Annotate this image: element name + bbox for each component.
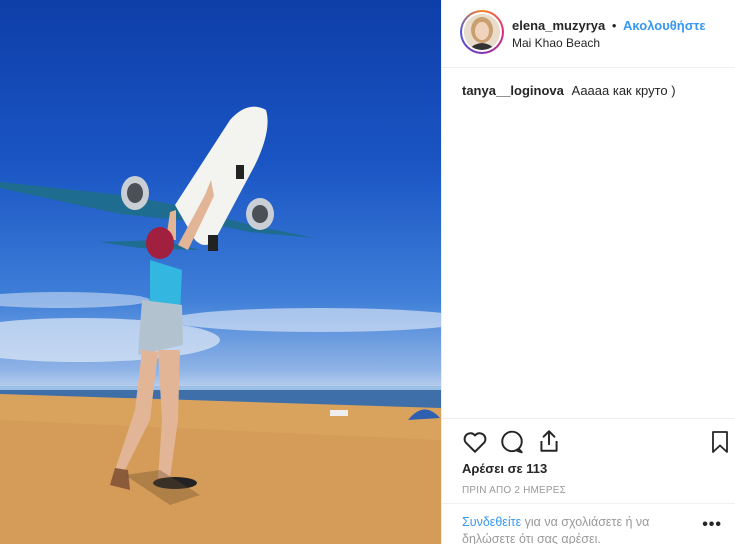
- post-header: elena_muzyrya • Ακολουθήστε Mai Khao Bea…: [442, 0, 735, 68]
- username-link[interactable]: elena_muzyrya: [512, 18, 605, 33]
- likes-count[interactable]: Αρέσει σε 113: [462, 461, 547, 476]
- separator-dot: •: [611, 18, 617, 33]
- bookmark-icon[interactable]: [708, 429, 734, 455]
- more-options-button[interactable]: •••: [702, 516, 722, 534]
- avatar[interactable]: [460, 10, 504, 54]
- actions-section: Αρέσει σε 113 ΠΡΙΝ ΑΠΟ 2 ΗΜΕΡΕΣ Συνδεθεί…: [442, 418, 735, 544]
- user-row: elena_muzyrya • Ακολουθήστε: [512, 18, 706, 33]
- location-link[interactable]: Mai Khao Beach: [512, 36, 600, 50]
- comment-item: tanya__loginova Ааааа как круто ): [462, 83, 676, 98]
- share-icon[interactable]: [536, 428, 562, 454]
- post-timestamp[interactable]: ΠΡΙΝ ΑΠΟ 2 ΗΜΕΡΕΣ: [462, 485, 566, 496]
- login-link[interactable]: Συνδεθείτε: [462, 515, 521, 529]
- comment-username[interactable]: tanya__loginova: [462, 83, 564, 98]
- comment-icon[interactable]: [499, 429, 525, 455]
- login-prompt: Συνδεθείτε για να σχολιάσετε ή να δηλώσε…: [462, 514, 692, 544]
- post-photo[interactable]: [0, 0, 441, 544]
- comment-text: Ааааа как круто ): [571, 83, 676, 98]
- photo-illustration: [0, 106, 441, 544]
- comment-login-box: Συνδεθείτε για να σχολιάσετε ή να δηλώσε…: [442, 503, 735, 544]
- follow-button[interactable]: Ακολουθήστε: [623, 18, 706, 33]
- post-panel: elena_muzyrya • Ακολουθήστε Mai Khao Bea…: [441, 0, 735, 544]
- heart-icon[interactable]: [462, 429, 488, 455]
